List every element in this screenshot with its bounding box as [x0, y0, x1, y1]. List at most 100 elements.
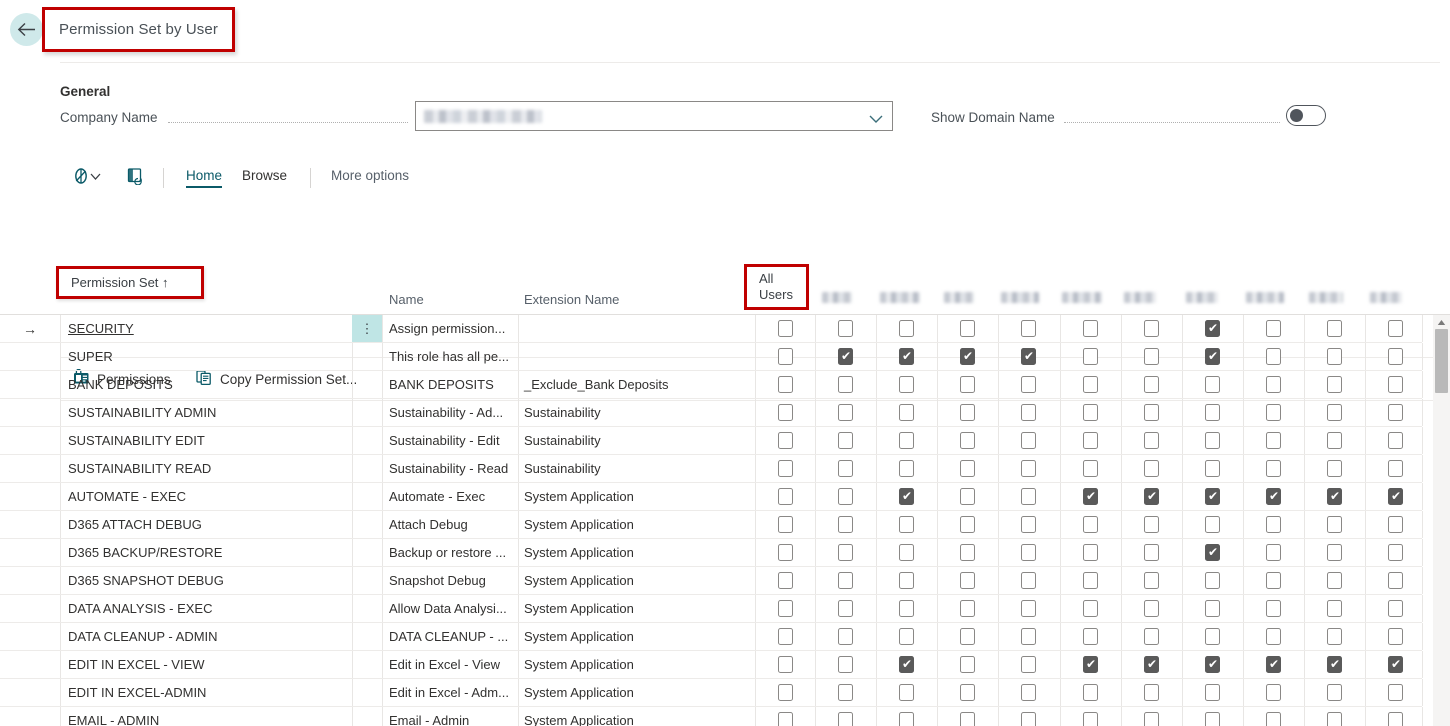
- table-row[interactable]: → SECURITY ⋮ Assign permission...: [0, 315, 1423, 343]
- cell-extension-name[interactable]: System Application: [524, 511, 634, 538]
- checkbox-user-4[interactable]: [1021, 712, 1036, 726]
- checkbox-user-6[interactable]: [1144, 348, 1159, 365]
- checkbox-user-4[interactable]: [1021, 516, 1036, 533]
- checkbox-all-users[interactable]: [778, 600, 793, 617]
- checkbox-user-2[interactable]: [899, 544, 914, 561]
- permission-set-value[interactable]: DATA CLEANUP - ADMIN: [68, 629, 218, 644]
- checkbox-user-10[interactable]: [1388, 404, 1403, 421]
- checkbox-user-4[interactable]: [1021, 376, 1036, 393]
- checkbox-user-2[interactable]: [899, 600, 914, 617]
- cell-extension-name[interactable]: System Application: [524, 623, 634, 650]
- checkbox-user-9[interactable]: [1327, 516, 1342, 533]
- table-row[interactable]: SUSTAINABILITY READ Sustainability - Read…: [0, 455, 1423, 483]
- checkbox-user-4[interactable]: [1021, 628, 1036, 645]
- column-header-permission-set[interactable]: Permission Set ↑: [56, 266, 204, 299]
- cell-permission-set[interactable]: SECURITY: [68, 315, 134, 342]
- table-row[interactable]: AUTOMATE - EXEC Automate - Exec System App…: [0, 483, 1423, 511]
- cell-name[interactable]: Sustainability - Ad...: [389, 399, 503, 426]
- checkbox-user-10[interactable]: [1388, 348, 1403, 365]
- row-context-menu-button[interactable]: [352, 623, 382, 650]
- checkbox-user-5[interactable]: [1083, 544, 1098, 561]
- table-row[interactable]: D365 ATTACH DEBUG Attach Debug System Appl…: [0, 511, 1423, 539]
- checkbox-user-8[interactable]: [1266, 516, 1281, 533]
- cell-extension-name[interactable]: _Exclude_Bank Deposits: [524, 371, 669, 398]
- table-row[interactable]: SUSTAINABILITY EDIT Sustainability - Edit…: [0, 427, 1423, 455]
- cell-permission-set[interactable]: EDIT IN EXCEL - VIEW: [68, 651, 205, 678]
- permission-set-value[interactable]: D365 ATTACH DEBUG: [68, 517, 202, 532]
- checkbox-user-3[interactable]: [960, 404, 975, 421]
- checkbox-all-users[interactable]: [778, 320, 793, 337]
- checkbox-user-3[interactable]: [960, 348, 975, 365]
- checkbox-user-7[interactable]: [1205, 348, 1220, 365]
- checkbox-user-10[interactable]: [1388, 684, 1403, 701]
- tab-browse[interactable]: Browse: [242, 168, 287, 183]
- checkbox-user-5[interactable]: [1083, 460, 1098, 477]
- checkbox-user-8[interactable]: [1266, 712, 1281, 726]
- checkbox-user-8[interactable]: [1266, 572, 1281, 589]
- checkbox-user-1[interactable]: [838, 600, 853, 617]
- checkbox-user-8[interactable]: [1266, 432, 1281, 449]
- cell-permission-set[interactable]: BANK DEPOSITS: [68, 371, 173, 398]
- checkbox-user-5[interactable]: [1083, 376, 1098, 393]
- checkbox-user-8[interactable]: [1266, 544, 1281, 561]
- checkbox-user-7[interactable]: [1205, 600, 1220, 617]
- checkbox-user-6[interactable]: [1144, 684, 1159, 701]
- checkbox-user-5[interactable]: [1083, 432, 1098, 449]
- checkbox-user-2[interactable]: [899, 656, 914, 673]
- row-context-menu-button[interactable]: [352, 427, 382, 454]
- table-row[interactable]: DATA CLEANUP - ADMIN DATA CLEANUP - ... Sy…: [0, 623, 1423, 651]
- checkbox-user-4[interactable]: [1021, 348, 1036, 365]
- checkbox-user-3[interactable]: [960, 460, 975, 477]
- cell-extension-name[interactable]: System Application: [524, 539, 634, 566]
- cell-permission-set[interactable]: D365 SNAPSHOT DEBUG: [68, 567, 224, 594]
- checkbox-user-9[interactable]: [1327, 376, 1342, 393]
- checkbox-user-6[interactable]: [1144, 320, 1159, 337]
- checkbox-user-9[interactable]: [1327, 712, 1342, 726]
- checkbox-user-7[interactable]: [1205, 628, 1220, 645]
- checkbox-user-1[interactable]: [838, 432, 853, 449]
- checkbox-user-3[interactable]: [960, 320, 975, 337]
- checkbox-user-1[interactable]: [838, 488, 853, 505]
- table-row[interactable]: EDIT IN EXCEL-ADMIN Edit in Excel - Adm..…: [0, 679, 1423, 707]
- row-context-menu-button[interactable]: [352, 455, 382, 482]
- cell-permission-set[interactable]: SUSTAINABILITY ADMIN: [68, 399, 216, 426]
- checkbox-user-8[interactable]: [1266, 656, 1281, 673]
- checkbox-user-4[interactable]: [1021, 432, 1036, 449]
- checkbox-user-2[interactable]: [899, 488, 914, 505]
- cell-permission-set[interactable]: SUSTAINABILITY READ: [68, 455, 211, 482]
- checkbox-user-6[interactable]: [1144, 572, 1159, 589]
- checkbox-all-users[interactable]: [778, 376, 793, 393]
- checkbox-user-5[interactable]: [1083, 516, 1098, 533]
- checkbox-user-9[interactable]: [1327, 320, 1342, 337]
- checkbox-user-5[interactable]: [1083, 404, 1098, 421]
- checkbox-user-10[interactable]: [1388, 460, 1403, 477]
- checkbox-all-users[interactable]: [778, 348, 793, 365]
- checkbox-user-2[interactable]: [899, 404, 914, 421]
- column-header-user-5-redacted[interactable]: [1062, 292, 1102, 303]
- cell-permission-set[interactable]: EMAIL - ADMIN: [68, 707, 159, 726]
- cell-name[interactable]: BANK DEPOSITS: [389, 371, 494, 398]
- cell-permission-set[interactable]: DATA CLEANUP - ADMIN: [68, 623, 218, 650]
- checkbox-user-5[interactable]: [1083, 628, 1098, 645]
- checkbox-user-7[interactable]: [1205, 376, 1220, 393]
- checkbox-user-9[interactable]: [1327, 600, 1342, 617]
- checkbox-user-8[interactable]: [1266, 348, 1281, 365]
- checkbox-user-2[interactable]: [899, 320, 914, 337]
- checkbox-user-10[interactable]: [1388, 320, 1403, 337]
- row-context-menu-button[interactable]: [352, 679, 382, 706]
- cell-extension-name[interactable]: System Application: [524, 651, 634, 678]
- column-header-user-6-redacted[interactable]: [1124, 292, 1156, 303]
- checkbox-user-5[interactable]: [1083, 712, 1098, 726]
- row-context-menu-button[interactable]: [352, 595, 382, 622]
- checkbox-user-3[interactable]: [960, 712, 975, 726]
- checkbox-user-8[interactable]: [1266, 376, 1281, 393]
- checkbox-user-2[interactable]: [899, 376, 914, 393]
- checkbox-user-5[interactable]: [1083, 600, 1098, 617]
- cell-permission-set[interactable]: D365 ATTACH DEBUG: [68, 511, 202, 538]
- column-header-user-7-redacted[interactable]: [1186, 292, 1218, 303]
- permission-set-value[interactable]: DATA ANALYSIS - EXEC: [68, 601, 213, 616]
- cell-extension-name[interactable]: System Application: [524, 707, 634, 726]
- column-header-all-users[interactable]: All Users: [744, 264, 809, 310]
- scroll-up-arrow-icon[interactable]: [1433, 315, 1450, 329]
- table-row[interactable]: SUSTAINABILITY ADMIN Sustainability - Ad.…: [0, 399, 1423, 427]
